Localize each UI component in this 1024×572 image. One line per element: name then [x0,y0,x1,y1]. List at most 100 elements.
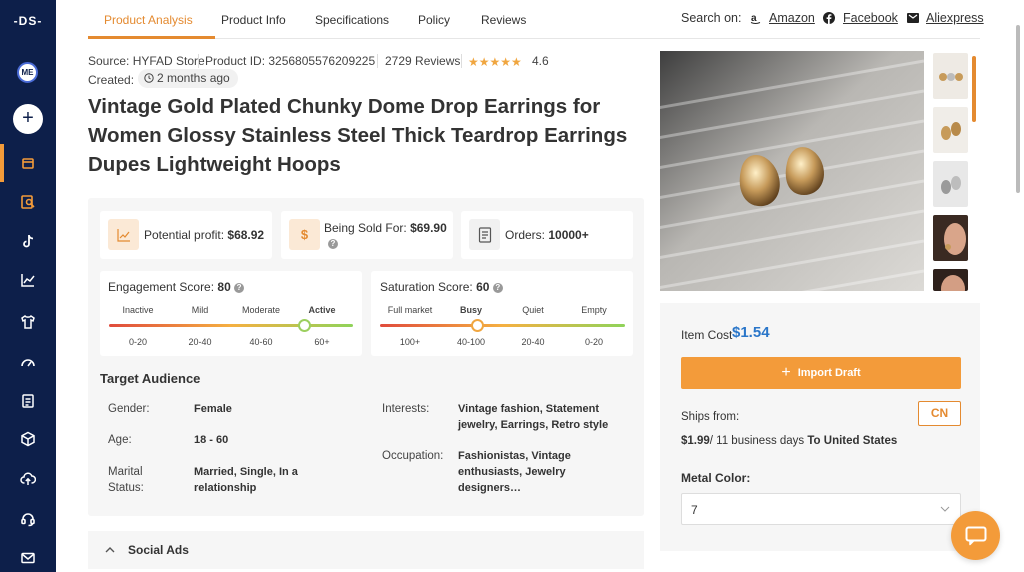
sold-for-card: $ Being Sold For: $69.90 ? [281,211,453,259]
divider [198,54,199,68]
thumbnail-image[interactable] [933,107,968,153]
created-label: Created: [88,73,135,87]
speedometer-icon[interactable] [18,352,38,372]
tab-product-info[interactable]: Product Info [221,13,286,27]
item-cost-value: $1.54 [732,324,770,341]
gender-value: Female [194,403,232,415]
shipping-destination: To United States [807,435,898,447]
chat-icon [965,526,986,545]
rating-value: 4.6 [532,54,549,68]
saturation-level-active: Busy [459,305,482,315]
cloud-upload-icon[interactable] [18,469,38,489]
engagement-bar [109,324,353,327]
engagement-range: 40-60 [249,337,273,347]
thumbnail-image[interactable] [933,269,968,291]
created-value: 2 months ago [157,71,230,85]
engagement-level: Mild [191,305,209,315]
profit-value: $68.92 [227,228,265,242]
target-audience-heading: Target Audience [100,371,201,386]
help-icon[interactable]: ? [492,282,503,293]
engagement-level: Moderate [241,305,281,315]
product-id: Product ID: 3256805576209225 [205,54,376,68]
profit-chart-icon [108,219,139,250]
sold-text: Being Sold For: $69.90 [324,221,447,235]
tab-reviews[interactable]: Reviews [481,13,526,27]
help-icon[interactable]: ? [328,239,338,249]
thumbnail-image[interactable] [933,215,968,261]
app-logo[interactable]: -DS- [0,14,56,28]
age-value: 18 - 60 [194,434,229,446]
engagement-range: 20-40 [188,337,212,347]
search-product-icon[interactable] [18,192,38,212]
import-draft-label: Import Draft [797,367,861,379]
shirt-icon[interactable] [18,312,38,332]
interests-value: Vintage fashion, Statement jewelry, Earr… [458,403,609,431]
saturation-range: 100+ [399,337,421,347]
orders-text: Orders: 10000+ [505,228,589,242]
cube-icon[interactable] [18,429,38,449]
facebook-icon [823,12,835,24]
saturation-bar [380,324,625,327]
orders-value: 10000+ [548,228,589,242]
thumbnail-image[interactable] [933,53,968,99]
document-icon[interactable] [18,391,38,411]
tab-policy[interactable]: Policy [418,13,450,27]
tiktok-icon[interactable] [18,231,38,251]
product-main-image[interactable] [660,51,924,291]
amazon-icon: a [750,13,761,24]
product-title: Vintage Gold Plated Chunky Dome Drop Ear… [88,95,628,176]
saturation-range: 40-100 [456,337,486,347]
saturation-card: Saturation Score: 60 ? Full market Busy … [371,271,633,356]
saturation-knob [471,319,485,332]
shipping-info: $1.99/ 11 business days To United States [681,435,897,447]
thumbnail-scrollbar[interactable] [972,56,976,122]
engagement-title: Engagement Score: 80 ? [108,280,245,294]
metal-color-label: Metal Color: [681,471,751,485]
ships-from-button[interactable]: CN [918,401,961,426]
saturation-level: Empty [581,305,607,315]
tab-specifications[interactable]: Specifications [315,13,389,27]
sidebar: -DS- ME + [0,0,56,572]
avatar[interactable]: ME [17,62,38,83]
social-ads-label: Social Ads [128,543,189,557]
import-draft-button[interactable]: + Import Draft [681,357,961,389]
interests-label: Interests: [382,403,430,415]
tab-product-analysis[interactable]: Product Analysis [104,13,193,27]
engagement-range: 60+ [314,337,330,347]
add-button[interactable]: + [13,104,43,134]
saturation-range: 0-20 [584,337,603,347]
sold-value: $69.90 [410,221,447,235]
trending-chart-icon[interactable] [18,270,38,290]
store-icon[interactable] [18,153,38,173]
marital-label: Marital Status: [108,466,144,494]
orders-list-icon [469,219,500,250]
engagement-value: 80 [217,280,231,294]
chat-button[interactable] [951,511,1000,560]
engagement-knob [297,319,311,332]
mail-icon[interactable] [18,548,38,568]
gender-label: Gender: [108,403,150,415]
facebook-link[interactable]: Facebook [843,11,898,25]
engagement-label: Engagement Score: [108,280,215,294]
amazon-link[interactable]: Amazon [769,11,815,25]
thumbnail-image[interactable] [933,161,968,207]
occupation-value: Fashionistas, Vintage enthusiasts, Jewel… [458,450,571,494]
divider [461,54,462,68]
plus-icon: + [781,364,791,381]
saturation-level: Quiet [522,305,544,315]
rating-stars: ★★★★★ [468,55,522,69]
saturation-level: Full market [387,305,433,315]
aliexpress-link[interactable]: Aliexpress [926,11,984,25]
metal-color-select[interactable]: 7 [681,493,961,525]
orders-card: Orders: 10000+ [461,211,633,259]
engagement-level: Inactive [122,305,154,315]
dollar-icon: $ [289,219,320,250]
support-icon[interactable] [18,509,38,529]
help-icon[interactable]: ? [234,282,245,293]
item-cost-label: Item Cost [681,328,733,342]
profit-label: Potential profit: [144,228,225,242]
chevron-up-icon[interactable] [104,544,116,556]
review-count[interactable]: 2729 Reviews [385,54,460,68]
page-scrollbar[interactable] [1016,25,1020,193]
shipping-days: / 11 business days [709,435,805,447]
